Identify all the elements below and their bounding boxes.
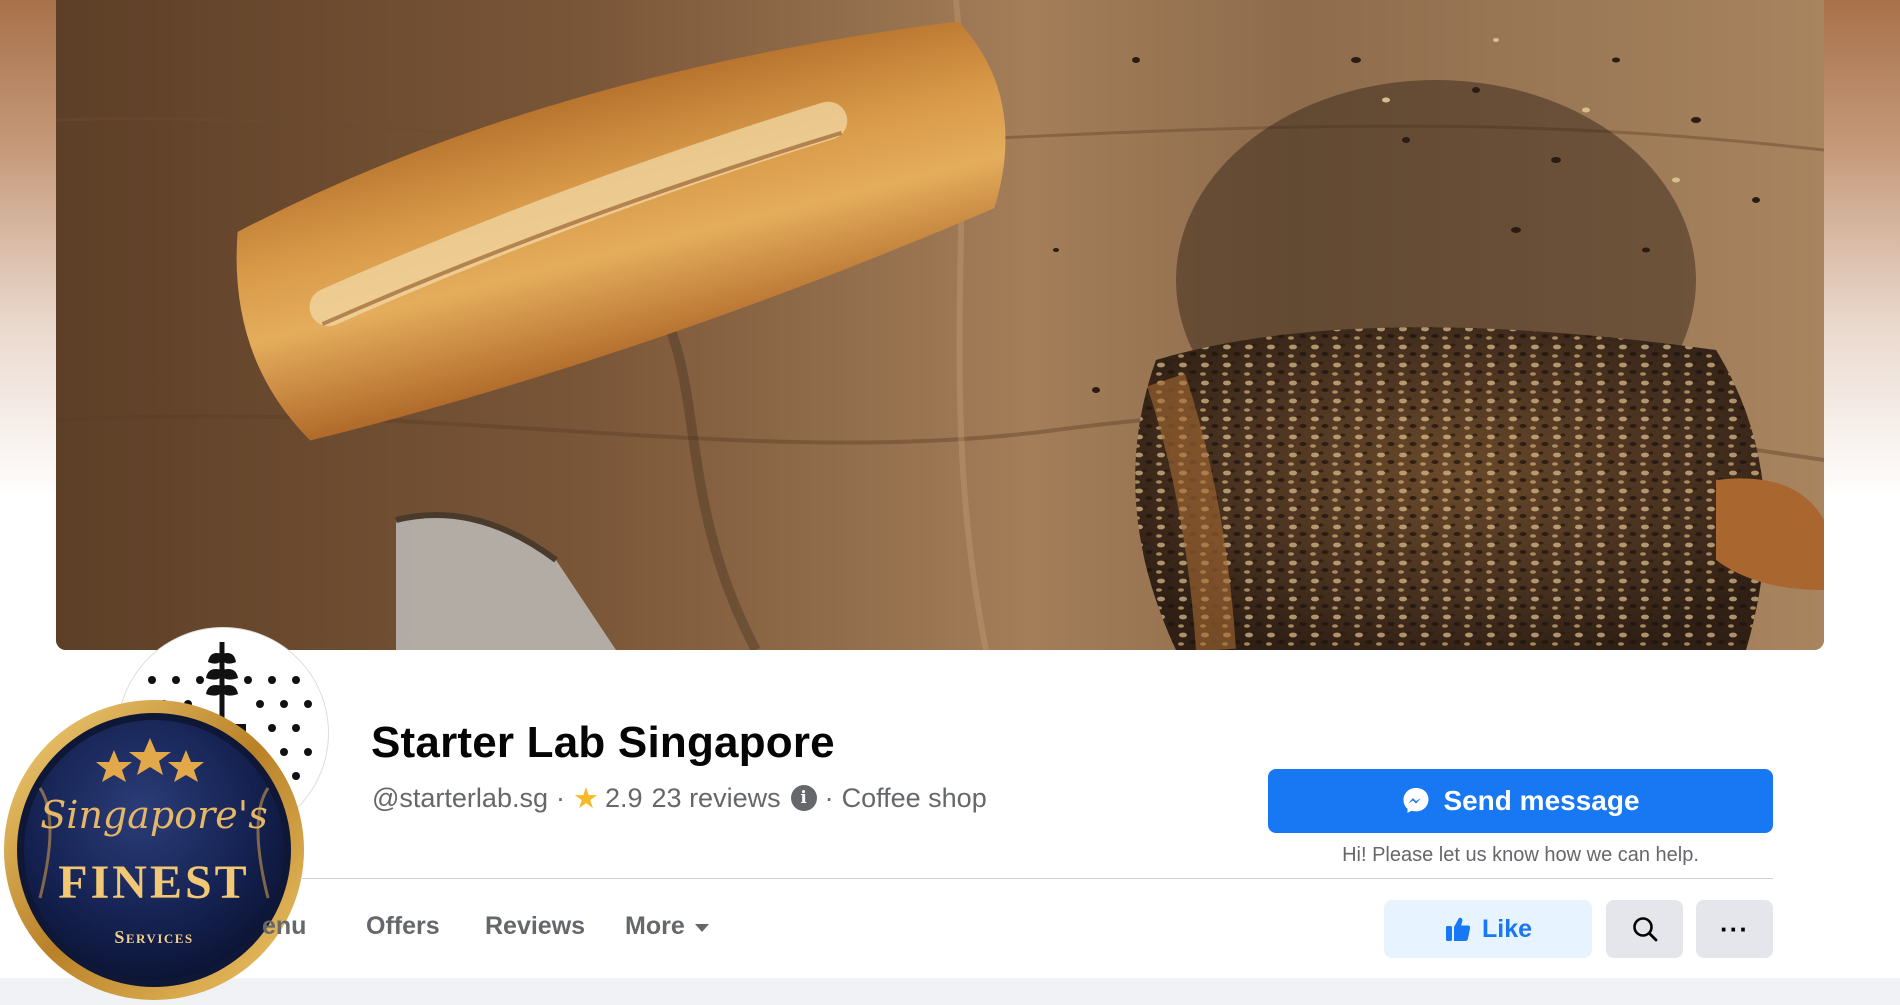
thumbs-up-icon xyxy=(1445,917,1471,941)
like-button[interactable]: Like xyxy=(1384,900,1592,958)
tab-offers[interactable]: Offers xyxy=(366,912,440,941)
finest-badge-emblem: Singapore's FINEST Services xyxy=(4,700,304,1000)
send-message-button[interactable]: Send message xyxy=(1268,769,1773,833)
tab-reviews[interactable]: Reviews xyxy=(485,912,585,941)
tab-more[interactable]: More xyxy=(625,912,709,941)
badge-line2: FINEST xyxy=(58,856,249,909)
like-label: Like xyxy=(1481,914,1533,943)
search-button[interactable] xyxy=(1606,900,1683,958)
caret-down-icon xyxy=(694,923,709,932)
separator: · xyxy=(555,782,565,813)
singapores-finest-badge: Singapore's FINEST Services xyxy=(0,698,310,1003)
more-dots-icon: ··· xyxy=(1720,913,1749,944)
tab-menu[interactable]: enu xyxy=(262,912,306,941)
page-category[interactable]: Coffee shop xyxy=(842,783,987,814)
header-divider xyxy=(300,878,1773,879)
more-options-button[interactable]: ··· xyxy=(1696,900,1773,958)
separator: · xyxy=(824,782,834,813)
cover-photo[interactable] xyxy=(56,0,1824,650)
page-meta-line: @starterlab.sg · ★ 2.9 23 reviews i · Co… xyxy=(372,780,987,816)
info-icon[interactable]: i xyxy=(790,785,817,811)
cover-photo-illustration xyxy=(56,0,1824,650)
tab-more-label: More xyxy=(625,912,685,940)
badge-line1: Singapore's xyxy=(40,793,267,837)
rating-value[interactable]: 2.9 xyxy=(605,783,643,814)
search-icon xyxy=(1632,917,1657,942)
star-icon: ★ xyxy=(572,782,599,815)
messenger-icon xyxy=(1403,788,1429,813)
reviews-count[interactable]: 23 reviews xyxy=(652,783,781,814)
badge-line3: Services xyxy=(114,927,193,947)
page-title: Starter Lab Singapore xyxy=(371,718,835,767)
page-handle: @starterlab.sg xyxy=(372,782,548,813)
send-message-label: Send message xyxy=(1443,785,1640,816)
message-help-text: Hi! Please let us know how we can help. xyxy=(1342,844,1699,866)
